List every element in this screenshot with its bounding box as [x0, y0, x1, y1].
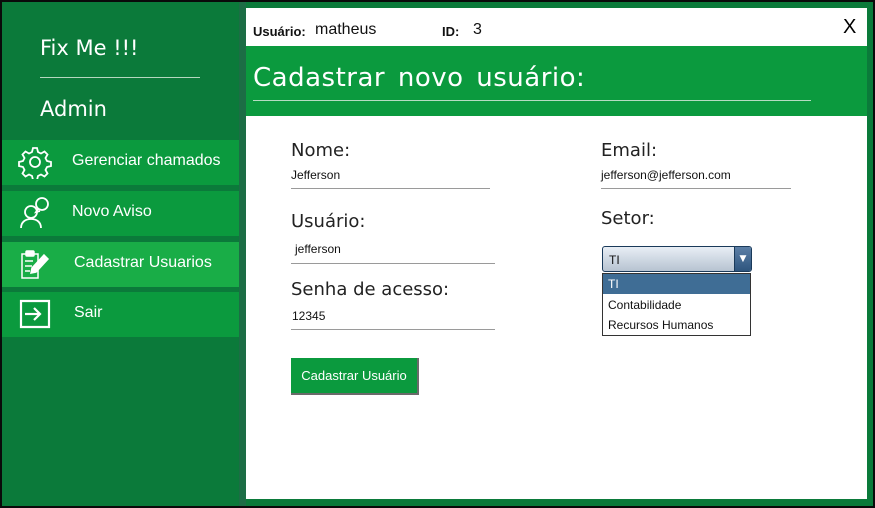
page-title: Cadastrar novo usuário:	[253, 63, 586, 93]
header-bar: Usuário: matheus ID: 3 X	[246, 8, 867, 46]
brand-title: Fix Me !!!	[40, 36, 139, 60]
user-id-label: ID:	[442, 24, 460, 39]
sidebar: Fix Me !!! Admin Gerenciar chamados Novo…	[2, 2, 239, 506]
close-button[interactable]: X	[843, 16, 856, 39]
panel-separator	[239, 2, 246, 506]
sidebar-item-cadastrar-usuarios[interactable]: Cadastrar Usuarios	[2, 242, 239, 287]
senha-label: Senha de acesso:	[291, 279, 450, 300]
nome-field-underline	[291, 188, 490, 189]
usuario-field[interactable]: jefferson	[295, 242, 341, 256]
email-field[interactable]: jefferson@jefferson.com	[601, 168, 731, 182]
email-field-underline	[601, 188, 791, 189]
current-user-label: Usuário:	[253, 24, 306, 39]
exit-icon	[18, 297, 52, 331]
sidebar-item-label: Cadastrar Usuarios	[74, 254, 212, 271]
senha-field[interactable]: 12345	[292, 309, 325, 323]
sidebar-item-gerenciar-chamados[interactable]: Gerenciar chamados	[2, 140, 239, 185]
setor-select[interactable]: TI ▼	[602, 246, 752, 272]
setor-label: Setor:	[601, 208, 655, 229]
usuario-label: Usuário:	[291, 211, 366, 232]
usuario-field-underline	[291, 263, 495, 264]
gear-icon	[18, 145, 52, 181]
sidebar-item-label: Gerenciar chamados	[72, 152, 221, 169]
sidebar-item-sair[interactable]: Sair	[2, 292, 239, 337]
email-label: Email:	[601, 140, 658, 161]
nome-field[interactable]: Jefferson	[291, 168, 340, 182]
main-panel: Usuário: matheus ID: 3 X Cadastrar novo …	[246, 8, 867, 499]
sidebar-item-novo-aviso[interactable]: Novo Aviso	[2, 191, 239, 236]
user-role: Admin	[40, 97, 107, 121]
sidebar-item-label: Sair	[74, 304, 103, 321]
senha-field-underline	[291, 329, 495, 330]
sidebar-item-label: Novo Aviso	[72, 203, 152, 220]
setor-select-value: TI	[609, 253, 620, 267]
nome-label: Nome:	[291, 140, 351, 161]
setor-option-contabilidade[interactable]: Contabilidade	[603, 295, 750, 315]
brand-divider	[40, 77, 200, 78]
chevron-down-icon[interactable]: ▼	[734, 247, 751, 271]
person-bubble-icon	[18, 196, 52, 230]
cadastrar-usuario-button[interactable]: Cadastrar Usuário	[291, 358, 419, 395]
setor-option-recursos-humanos[interactable]: Recursos Humanos	[603, 315, 750, 335]
clipboard-edit-icon	[18, 247, 52, 281]
user-id-value: 3	[473, 21, 482, 38]
setor-option-ti[interactable]: TI	[603, 274, 750, 294]
current-user-value: matheus	[315, 21, 377, 38]
page-banner: Cadastrar novo usuário:	[246, 46, 867, 116]
setor-dropdown-list: TI Contabilidade Recursos Humanos	[602, 273, 751, 336]
banner-divider	[253, 100, 811, 101]
